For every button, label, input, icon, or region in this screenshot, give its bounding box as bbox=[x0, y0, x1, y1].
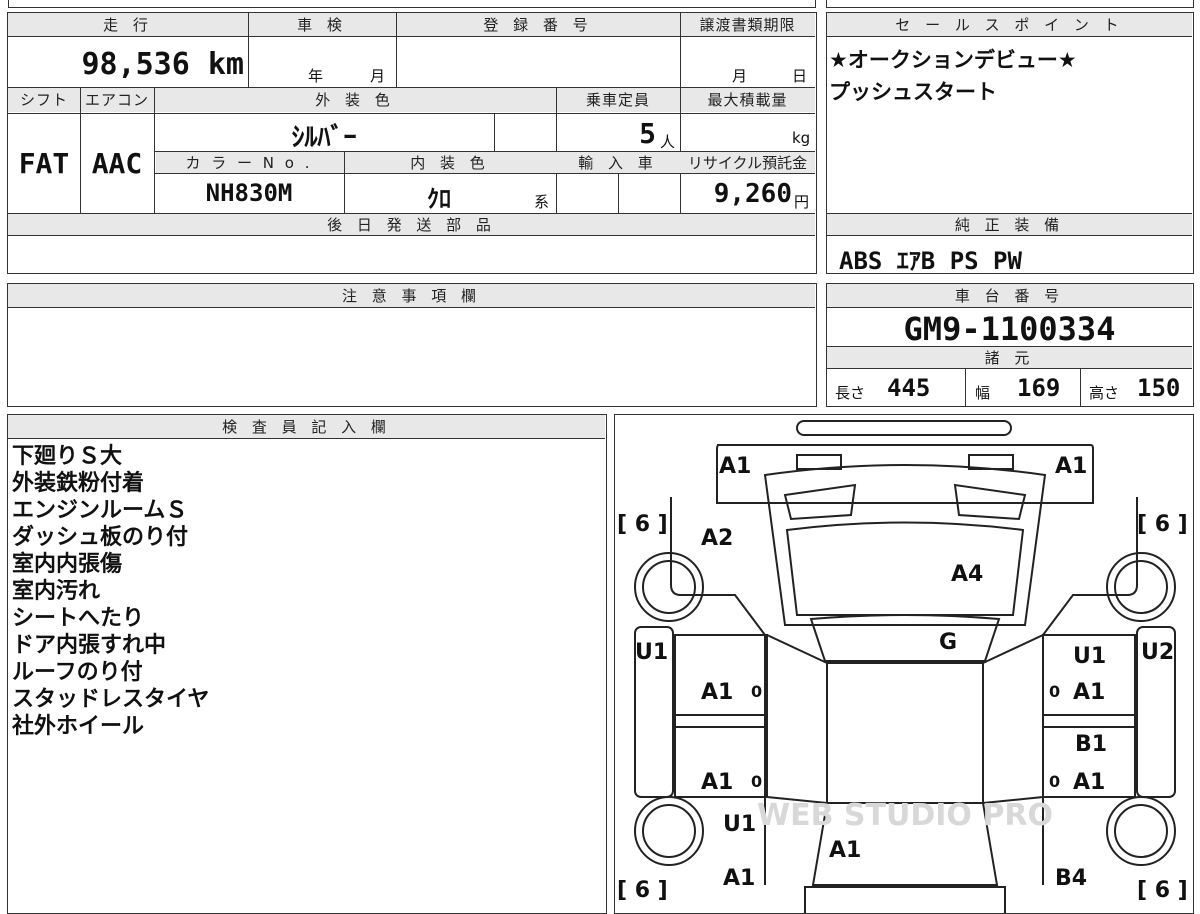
chassis-value: GM9-1100334 bbox=[903, 310, 1116, 348]
exterior-color-value: ｼﾙﾊﾞｰ bbox=[291, 123, 357, 153]
inspector-note: ルーフのり付 bbox=[12, 660, 143, 685]
aircon-value: AAC bbox=[91, 147, 143, 180]
mark-right-door-front: A1 bbox=[1073, 680, 1105, 705]
interior-color-header: 内 装 色 bbox=[410, 154, 490, 172]
width-value: 169 bbox=[1017, 374, 1061, 402]
mark-front-left: A1 bbox=[719, 454, 751, 479]
car-diagram: WEB STUDIO PRO A1 A1 [ 6 ] [ 6 ] A2 A4 G… bbox=[617, 420, 1188, 913]
recycle-unit: 円 bbox=[794, 193, 810, 211]
color-no-value: NH830M bbox=[205, 179, 293, 207]
mileage-value: 98,536 km bbox=[81, 47, 244, 82]
shift-value: FAT bbox=[18, 147, 70, 180]
mark-tire-rr: [ 6 ] bbox=[1137, 878, 1188, 903]
inspector-note: シートへたり bbox=[12, 606, 145, 631]
mark-tire-fr: [ 6 ] bbox=[1137, 512, 1188, 537]
aircon-header: エアコン bbox=[84, 91, 149, 109]
mark-zero: 0 bbox=[1049, 682, 1060, 701]
inspector-note: 室内内張傷 bbox=[12, 552, 123, 577]
import-header: 輸 入 車 bbox=[578, 154, 658, 172]
mark-left-panel: U1 bbox=[635, 640, 668, 665]
top-strip bbox=[8, 0, 816, 8]
recycle-value: 9,260 bbox=[713, 179, 792, 209]
mark-zero: 0 bbox=[751, 682, 762, 701]
inspector-note: エンジンルームＳ bbox=[12, 498, 188, 523]
transfer-month: 月 bbox=[732, 67, 748, 85]
length-label: 長さ bbox=[835, 384, 866, 402]
inspector-note: ドア内張すれ中 bbox=[12, 633, 167, 658]
sales-point-2: プッシュスタート bbox=[829, 80, 997, 104]
interior-color-value: ｸﾛ bbox=[427, 185, 451, 213]
top-strip-right bbox=[826, 0, 1194, 8]
mark-windshield: A4 bbox=[951, 562, 983, 587]
shaken-header: 車 検 bbox=[297, 16, 347, 34]
mileage-header: 走 行 bbox=[103, 16, 153, 34]
inspector-box: 検 査 員 記 入 欄 下廻りＳ大 外装鉄粉付着 エンジンルームＳ ダッシュ板の… bbox=[7, 414, 607, 914]
later-parts-header: 後 日 発 送 部 品 bbox=[327, 216, 496, 234]
mark-left-door-rear: A1 bbox=[701, 770, 733, 795]
length-value: 445 bbox=[887, 374, 931, 402]
mark-tire-fl: [ 6 ] bbox=[617, 512, 668, 537]
exterior-color-header: 外 装 色 bbox=[315, 91, 395, 109]
genuine-equipment-header: 純 正 装 備 bbox=[954, 216, 1065, 234]
chassis-box: 車 台 番 号 GM9-1100334 諸 元 長さ 445 幅 169 高さ … bbox=[826, 283, 1194, 407]
capacity-value: 5 bbox=[639, 117, 656, 150]
specs-header: 諸 元 bbox=[984, 349, 1035, 367]
recycle-header: リサイクル預託金 bbox=[687, 154, 808, 172]
mark-right-door-rear: A1 bbox=[1073, 770, 1105, 795]
mark-right-b1: B1 bbox=[1075, 732, 1107, 757]
inspector-header: 検 査 員 記 入 欄 bbox=[222, 418, 391, 436]
interior-suffix: 系 bbox=[534, 193, 550, 211]
inspector-note: 室内汚れ bbox=[12, 579, 101, 604]
inspector-notes-list: 下廻りＳ大 外装鉄粉付着 エンジンルームＳ ダッシュ板のり付 室内内張傷 室内汚… bbox=[12, 443, 209, 740]
mark-left-door-front: A1 bbox=[701, 680, 733, 705]
genuine-equipment-value: ABS ｴｱB PS PW bbox=[839, 247, 1022, 275]
shaken-month: 月 bbox=[370, 67, 386, 85]
notes-header: 注 意 事 項 欄 bbox=[341, 287, 482, 305]
max-load-unit: kg bbox=[792, 129, 811, 147]
mark-zero: 0 bbox=[1049, 772, 1060, 791]
mark-hood: A2 bbox=[701, 526, 733, 551]
shift-header: シフト bbox=[19, 91, 68, 109]
registration-header: 登 録 番 号 bbox=[483, 16, 593, 34]
inspector-note: 社外ホイール bbox=[12, 714, 145, 739]
vehicle-info-table: 走 行 車 検 登 録 番 号 譲渡書類期限 98,536 km 年 月 月 日… bbox=[7, 12, 817, 274]
notes-box: 注 意 事 項 欄 bbox=[7, 283, 817, 407]
inspector-note: ダッシュ板のり付 bbox=[12, 525, 189, 550]
mark-left-rear-u1: U1 bbox=[723, 812, 756, 837]
height-label: 高さ bbox=[1089, 384, 1120, 402]
sales-points-header: セ ー ル ス ポ イ ン ト bbox=[895, 16, 1124, 34]
transfer-day: 日 bbox=[792, 67, 808, 85]
mark-right-side: U2 bbox=[1141, 640, 1174, 665]
height-value: 150 bbox=[1137, 374, 1181, 402]
mark-right-fender: U1 bbox=[1073, 644, 1106, 669]
sales-point-1: ★オークションデビュー★ bbox=[829, 48, 1077, 72]
mark-front-right: A1 bbox=[1055, 454, 1087, 479]
sales-points-box: セ ー ル ス ポ イ ン ト ★オークションデビュー★ プッシュスタート 純 … bbox=[826, 12, 1194, 275]
mark-roof-glass: G bbox=[939, 630, 957, 655]
mark-rear-right: B4 bbox=[1055, 866, 1087, 891]
watermark: WEB STUDIO PRO bbox=[757, 798, 1053, 833]
max-load-header: 最大積載量 bbox=[707, 91, 788, 109]
color-no-header: カ ラ ー N o . bbox=[185, 154, 313, 172]
inspector-note: 下廻りＳ大 bbox=[12, 444, 123, 469]
capacity-unit: 人 bbox=[660, 133, 676, 151]
shaken-year: 年 bbox=[308, 67, 324, 85]
width-label: 幅 bbox=[975, 384, 991, 402]
inspector-note: 外装鉄粉付着 bbox=[12, 471, 145, 496]
chassis-header: 車 台 番 号 bbox=[954, 287, 1065, 305]
car-diagram-box: WEB STUDIO PRO A1 A1 [ 6 ] [ 6 ] A2 A4 G… bbox=[614, 414, 1194, 914]
mark-zero: 0 bbox=[751, 772, 762, 791]
transfer-deadline-header: 譲渡書類期限 bbox=[699, 16, 796, 34]
mark-trunk: A1 bbox=[829, 838, 861, 863]
capacity-header: 乗車定員 bbox=[585, 91, 650, 109]
inspector-note: スタッドレスタイヤ bbox=[12, 687, 210, 712]
mark-tire-rl: [ 6 ] bbox=[617, 878, 668, 903]
mark-rear-left: A1 bbox=[723, 866, 755, 891]
